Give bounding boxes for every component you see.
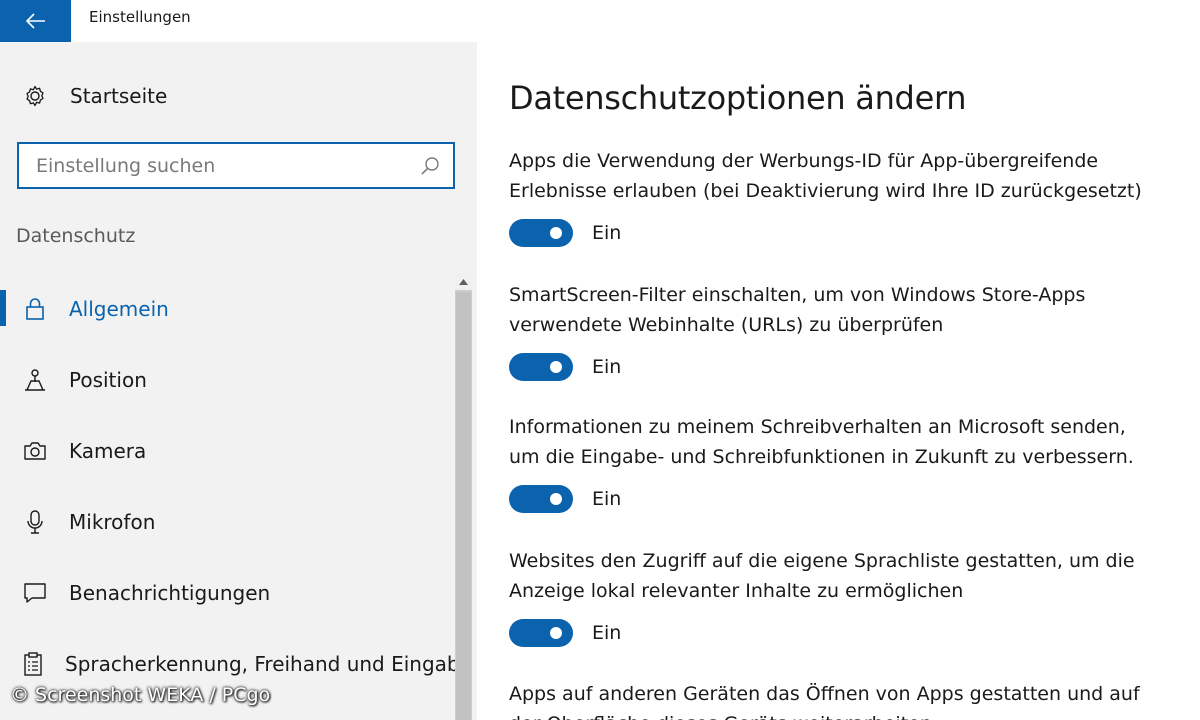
option-description: Apps auf anderen Geräten das Öffnen von … <box>509 679 1169 720</box>
scroll-up-button[interactable] <box>455 273 472 290</box>
option-description-line: Erlebnisse erlauben (bei Deaktivierung w… <box>509 180 1142 202</box>
toggle-state-label: Ein <box>592 488 622 510</box>
option-typing-info: Informationen zu meinem Schreibverhalten… <box>509 412 1169 514</box>
option-description-line: Anzeige lokal relevanter Inhalte zu ermö… <box>509 580 964 602</box>
title-bar: Einstellungen <box>0 0 1200 42</box>
toggle-switch[interactable] <box>509 353 573 381</box>
location-icon <box>22 367 48 393</box>
toggle-switch[interactable] <box>509 619 573 647</box>
sidebar-item-position[interactable]: Position <box>0 344 455 415</box>
copyright-watermark: © Screenshot WEKA / PCgo <box>10 684 271 706</box>
back-button[interactable] <box>0 0 71 42</box>
option-description-line: Informationen zu meinem Schreibverhalten… <box>509 416 1126 438</box>
option-advertising-id: Apps die Verwendung der Werbungs-ID für … <box>509 146 1169 248</box>
search-box[interactable] <box>17 142 455 189</box>
option-description-line: SmartScreen-Filter einschalten, um von W… <box>509 284 1086 306</box>
sidebar-scrollbar[interactable] <box>455 273 472 720</box>
search-input[interactable] <box>36 154 419 177</box>
camera-icon <box>22 438 48 464</box>
toggle-knob <box>550 627 562 639</box>
home-link[interactable]: Startseite <box>22 82 167 110</box>
toggle-row: Ein <box>509 618 1169 648</box>
option-description-line: Apps auf anderen Geräten das Öffnen von … <box>509 683 1140 705</box>
section-title: Datenschutz <box>16 225 136 247</box>
option-description-line: der Oberfläche dieses Geräts weiterarbei… <box>509 709 1169 720</box>
sidebar-item-benachrichtigungen[interactable]: Benachrichtigungen <box>0 557 455 628</box>
option-smartscreen: SmartScreen-Filter einschalten, um von W… <box>509 280 1169 382</box>
microphone-icon <box>22 509 48 535</box>
scroll-thumb[interactable] <box>456 292 471 720</box>
window-title: Einstellungen <box>89 8 191 26</box>
sidebar-item-label: Benachrichtigungen <box>69 580 271 605</box>
option-description: Websites den Zugriff auf die eigene Spra… <box>509 546 1169 606</box>
option-description-line: Websites den Zugriff auf die eigene Spra… <box>509 550 1135 572</box>
chevron-up-icon <box>459 278 468 285</box>
toggle-state-label: Ein <box>592 622 622 644</box>
nav-list: Allgemein Position Kamera Mikrofon Benac… <box>0 273 460 699</box>
option-description-line: Apps die Verwendung der Werbungs-ID für … <box>509 150 1099 172</box>
sidebar-item-label: Allgemein <box>69 296 169 321</box>
toggle-knob <box>550 361 562 373</box>
main-content: Datenschutzoptionen ändern Apps die Verw… <box>509 42 1189 720</box>
toggle-row: Ein <box>509 352 1169 382</box>
sidebar-item-label: Kamera <box>69 438 147 463</box>
option-description: SmartScreen-Filter einschalten, um von W… <box>509 280 1169 340</box>
toggle-state-label: Ein <box>592 222 622 244</box>
option-description: Apps die Verwendung der Werbungs-ID für … <box>509 146 1169 206</box>
toggle-switch[interactable] <box>509 219 573 247</box>
sidebar-item-allgemein[interactable]: Allgemein <box>0 273 455 344</box>
toggle-row: Ein <box>509 218 1169 248</box>
toggle-switch[interactable] <box>509 485 573 513</box>
sidebar-item-kamera[interactable]: Kamera <box>0 415 455 486</box>
sidebar-item-label: Spracherkennung, Freihand und Eingab <box>65 651 460 676</box>
option-description-line: um die Eingabe- und Schreibfunktionen in… <box>509 446 1134 468</box>
toggle-state-label: Ein <box>592 356 622 378</box>
sidebar-item-label: Mikrofon <box>69 509 156 534</box>
gear-icon <box>22 83 48 109</box>
sidebar-item-mikrofon[interactable]: Mikrofon <box>0 486 455 557</box>
option-other-devices: Apps auf anderen Geräten das Öffnen von … <box>509 679 1169 720</box>
clipboard-icon <box>22 651 44 677</box>
message-icon <box>22 580 48 606</box>
search-icon[interactable] <box>419 155 441 177</box>
page-title: Datenschutzoptionen ändern <box>509 79 967 117</box>
active-indicator <box>0 290 6 326</box>
toggle-knob <box>550 227 562 239</box>
option-description-line: verwendete Webinhalte (URLs) zu überprüf… <box>509 314 944 336</box>
toggle-knob <box>550 493 562 505</box>
toggle-row: Ein <box>509 484 1169 514</box>
back-arrow-icon <box>25 13 45 29</box>
sidebar: Startseite Datenschutz Allgemein <box>0 42 477 720</box>
lock-icon <box>22 296 48 322</box>
option-description: Informationen zu meinem Schreibverhalten… <box>509 412 1169 472</box>
home-label: Startseite <box>70 84 168 108</box>
option-language-list: Websites den Zugriff auf die eigene Spra… <box>509 546 1169 648</box>
sidebar-item-label: Position <box>69 367 147 392</box>
